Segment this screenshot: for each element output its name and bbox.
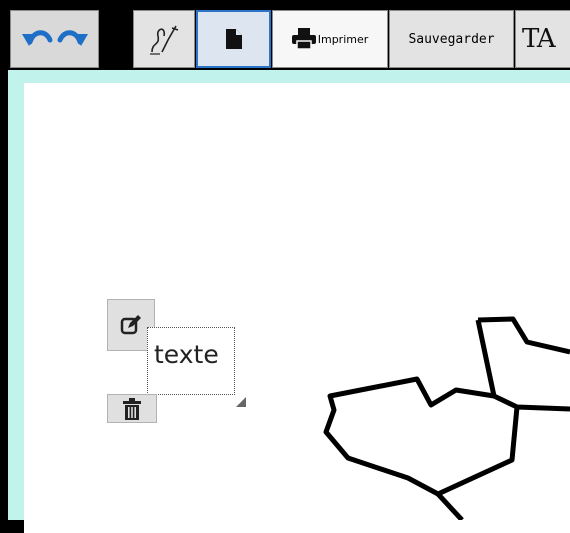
map-outline: [323, 316, 570, 520]
region-main: [323, 376, 520, 497]
region-lower: [436, 492, 464, 520]
delete-text-button[interactable]: [107, 394, 157, 423]
resize-handle-icon[interactable]: [236, 397, 246, 407]
text-content[interactable]: texte: [154, 342, 219, 367]
edit-icon: [120, 315, 141, 335]
region-upper-right: [477, 316, 570, 355]
text-box[interactable]: texte: [147, 327, 235, 395]
trash-icon: [123, 397, 141, 420]
